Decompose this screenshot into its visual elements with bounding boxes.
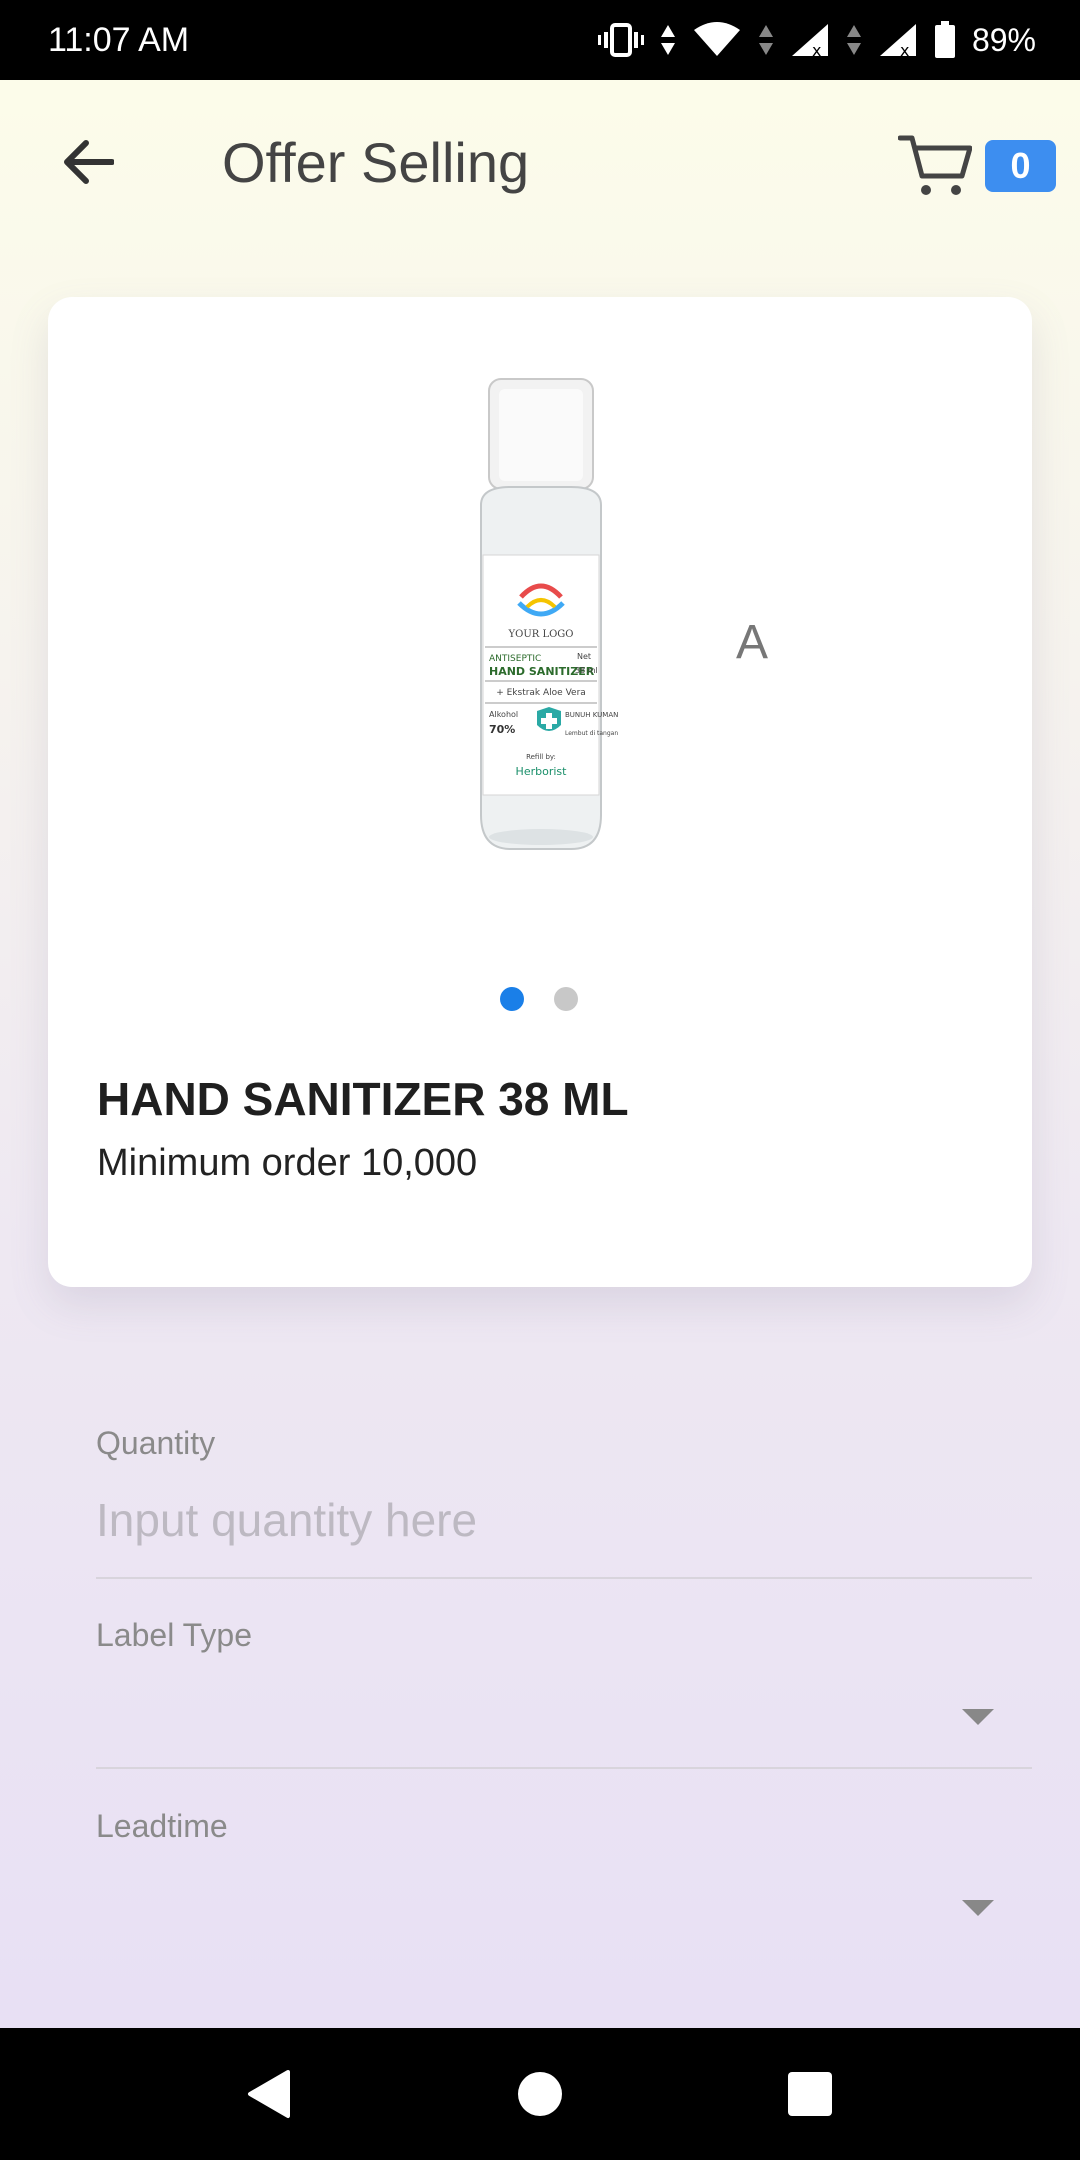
label-type-label: Label Type xyxy=(96,1617,252,1653)
product-name: HAND SANITIZER 38 ML xyxy=(97,1073,629,1125)
product-image-carousel[interactable]: YOUR LOGO ANTISEPTIC HAND SANITIZER Net … xyxy=(48,297,1032,1017)
carousel-indicator xyxy=(500,987,578,1011)
nav-back-button[interactable] xyxy=(244,2068,296,2120)
bottle-volume-label: Net xyxy=(577,652,591,661)
battery-icon xyxy=(934,21,956,59)
leadtime-dropdown[interactable]: Leadtime xyxy=(96,1808,1032,1958)
circle-home-icon xyxy=(514,2072,566,2124)
page-title: Offer Selling xyxy=(222,131,530,194)
status-icons: x x 89% xyxy=(597,21,1036,59)
back-button[interactable] xyxy=(56,132,120,196)
data-arrows-icon xyxy=(846,23,862,57)
svg-text:x: x xyxy=(900,41,909,58)
nav-recents-button[interactable] xyxy=(784,2068,836,2120)
carousel-dot-2[interactable] xyxy=(554,987,578,1011)
dropdown-arrow-icon[interactable] xyxy=(962,1900,994,1916)
bottle-claim2: Lembut di tangan xyxy=(565,730,618,737)
label-type-dropdown[interactable]: Label Type xyxy=(96,1617,1032,1769)
signal-no-service-icon: x xyxy=(878,22,918,58)
quantity-label: Quantity xyxy=(96,1425,216,1461)
carousel-dot-1[interactable] xyxy=(500,987,524,1011)
cart-button[interactable] xyxy=(897,132,973,198)
dropdown-arrow-icon[interactable] xyxy=(962,1709,994,1725)
slide-letter: A xyxy=(736,616,769,669)
vibrate-icon xyxy=(597,23,644,57)
square-recents-icon xyxy=(784,2072,836,2124)
app-screen: Offer Selling 0 YOUR LOGO ANTISEPTIC HAN… xyxy=(0,80,1080,2028)
bottle-ingredient: + Ekstrak Aloe Vera xyxy=(496,688,586,698)
bottle-brand: Herborist xyxy=(516,765,568,778)
svg-text:x: x xyxy=(812,41,821,58)
bottle-logo-text: YOUR LOGO xyxy=(508,629,574,640)
navigation-bar xyxy=(0,2028,1080,2160)
product-card: YOUR LOGO ANTISEPTIC HAND SANITIZER Net … xyxy=(48,297,1032,1287)
bottle-volume: 38 ml xyxy=(575,666,598,675)
bottle-claim1: BUNUH KUMAN xyxy=(565,711,618,719)
signal-no-service-icon: x xyxy=(790,22,830,58)
quantity-field: Quantity xyxy=(96,1425,1032,1579)
battery-percent: 89% xyxy=(971,21,1036,58)
triangle-back-icon xyxy=(244,2070,296,2124)
bottle-text-line1: ANTISEPTIC xyxy=(489,654,541,664)
nav-home-button[interactable] xyxy=(514,2068,566,2120)
arrow-left-icon xyxy=(62,139,115,189)
wifi-icon xyxy=(692,22,742,58)
leadtime-label: Leadtime xyxy=(96,1808,228,1844)
hand-sanitizer-bottle-image: YOUR LOGO ANTISEPTIC HAND SANITIZER Net … xyxy=(451,375,631,855)
quantity-input[interactable] xyxy=(96,1485,996,1555)
cart-icon xyxy=(897,135,973,202)
app-bar: Offer Selling 0 xyxy=(0,80,1080,250)
bottle-refill: Refill by: xyxy=(526,753,556,761)
status-time: 11:07 AM xyxy=(48,20,190,59)
status-bar: 11:07 AM x x 89% xyxy=(0,0,1080,80)
bottle-alcohol-label: Alkohol xyxy=(489,710,518,719)
cart-count-badge[interactable]: 0 xyxy=(985,140,1056,192)
bottle-alcohol: 70% xyxy=(489,723,515,736)
data-arrows-icon xyxy=(660,23,676,57)
data-arrows-icon xyxy=(758,23,774,57)
minimum-order: Minimum order 10,000 xyxy=(97,1142,478,1184)
